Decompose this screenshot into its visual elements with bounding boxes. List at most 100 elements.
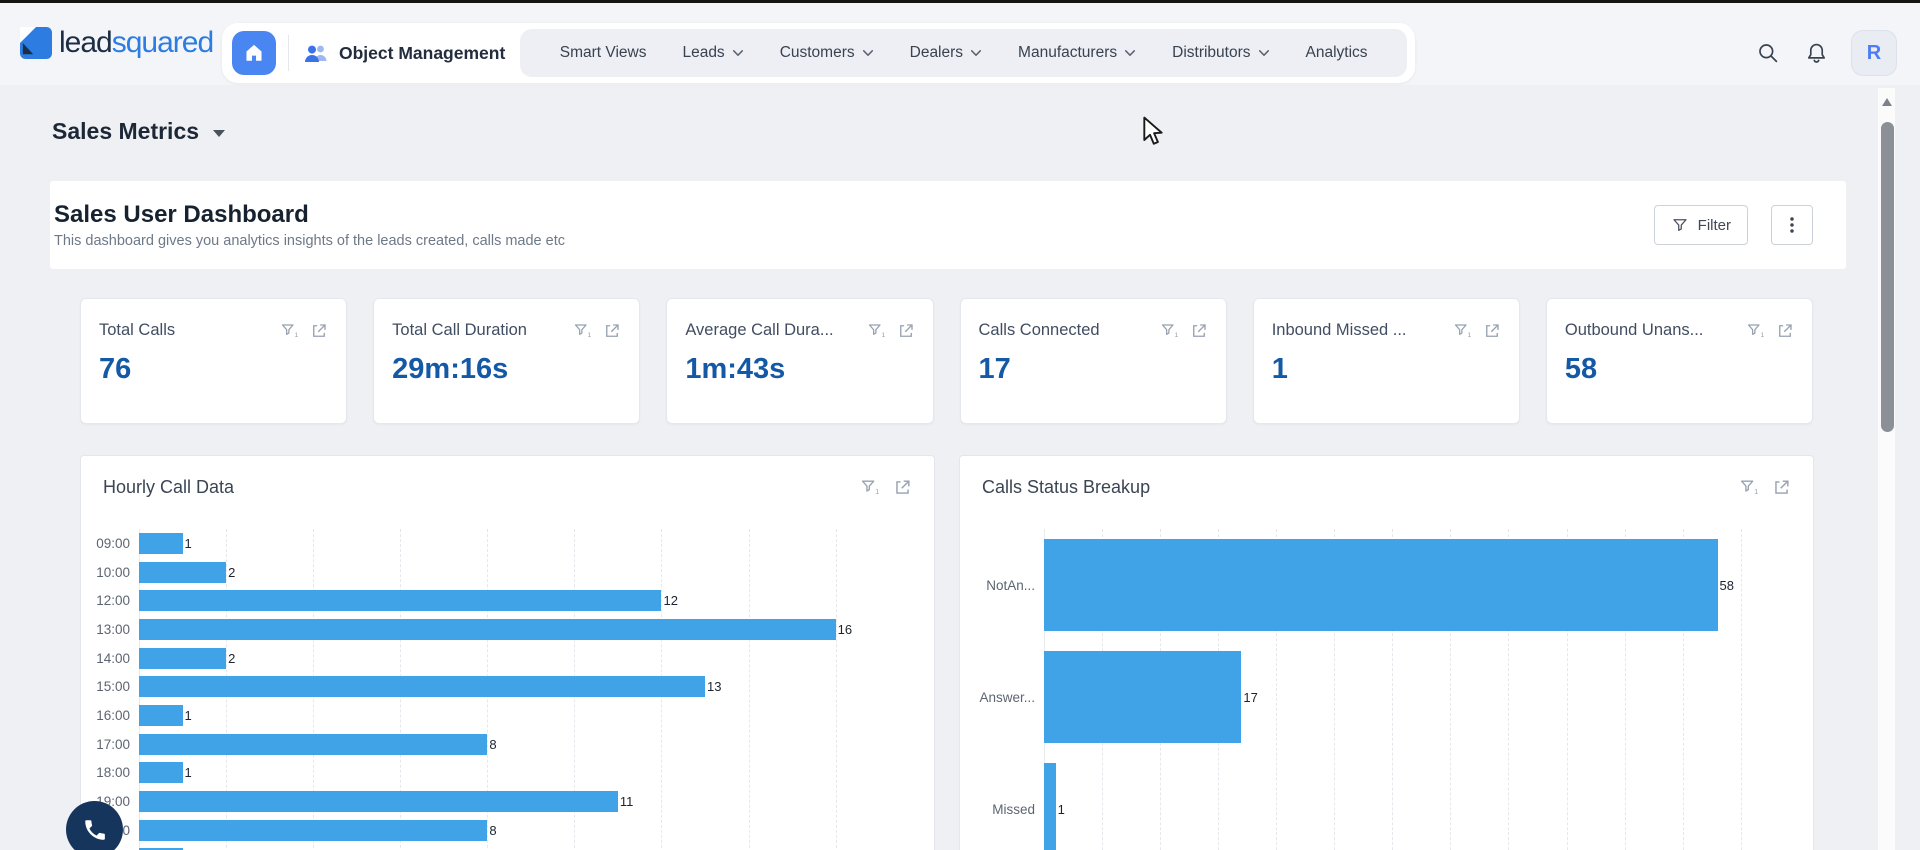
nav-item-dealers[interactable]: Dealers [910,44,982,62]
kpi-card-header: Average Call Dura... [685,321,914,340]
nav-item-analytics[interactable]: Analytics [1306,44,1368,62]
bar[interactable] [139,734,487,755]
filter-applied-icon[interactable] [1739,478,1760,497]
chevron-down-icon [862,49,874,57]
filter-applied-icon[interactable] [280,322,300,340]
scrollbar-up-arrow-icon[interactable] [1882,98,1892,106]
value-label: 8 [489,823,496,838]
kpi-card: Inbound Missed ...1 [1253,298,1520,424]
category-label: Answer... [960,690,1044,705]
category-label: 17:00 [81,737,139,752]
bar-track: 8 [139,820,914,841]
filter-applied-icon[interactable] [860,478,881,497]
kpi-card-header: Total Call Duration [392,321,621,340]
nav-item-customers[interactable]: Customers [780,44,874,62]
filter-applied-icon[interactable] [1453,322,1473,340]
home-icon [243,42,265,64]
external-link-icon[interactable] [1190,322,1208,340]
dashboard-actions: Filter [1654,205,1813,245]
page-title: Sales Metrics [52,118,199,145]
external-link-icon[interactable] [1776,322,1794,340]
external-link-icon[interactable] [1772,478,1791,497]
leadsquared-wordmark: leadsquared [59,28,213,58]
bar[interactable] [1044,539,1718,631]
external-link-icon[interactable] [603,322,621,340]
mouse-cursor [1140,116,1166,146]
kpi-label: Total Calls [99,321,270,340]
nav-item-manufacturers[interactable]: Manufacturers [1018,44,1136,62]
nav-item-leads[interactable]: Leads [682,44,743,62]
page-title-dropdown-caret-icon[interactable] [213,130,225,137]
filter-applied-icon[interactable] [1160,322,1180,340]
chart-row: 14:002 [81,644,934,673]
kpi-card-header: Inbound Missed ... [1272,321,1501,340]
category-label: Missed [960,802,1044,817]
external-link-icon[interactable] [1483,322,1501,340]
bar[interactable] [139,619,836,640]
chart-row: 10:002 [81,558,934,587]
bar[interactable] [1044,651,1241,743]
filter-icon [1671,216,1689,234]
bar[interactable] [139,562,226,583]
external-link-icon[interactable] [310,322,328,340]
leadsquared-logo[interactable]: leadsquared [20,27,213,59]
chart-row: 17:00 8 [81,730,934,759]
bar[interactable] [139,820,487,841]
value-label: 11 [620,794,634,809]
nav-divider [288,35,289,71]
chart-rows: NotAn...58 Answer...17 Missed1 [960,529,1813,850]
nav-item-distributors[interactable]: Distributors [1172,44,1269,62]
more-options-button[interactable] [1771,205,1813,245]
object-management-menu[interactable]: Object Management [303,41,505,65]
external-link-icon[interactable] [897,322,915,340]
kpi-value: 58 [1565,353,1794,386]
object-management-label: Object Management [339,43,505,64]
nav-item-label: Smart Views [560,44,647,62]
external-link-icon[interactable] [893,478,912,497]
bar[interactable] [139,705,183,726]
chevron-down-icon [970,49,982,57]
value-label: 1 [185,708,192,723]
nav-item-label: Dealers [910,44,963,62]
user-avatar[interactable]: R [1851,30,1897,76]
scrollbar-thumb[interactable] [1881,122,1894,432]
nav-item-label: Leads [682,44,724,62]
bar[interactable] [1044,763,1056,850]
phone-call-fab[interactable] [66,801,123,850]
bar[interactable] [139,533,183,554]
nav-item-smart-views[interactable]: Smart Views [560,44,647,62]
filter-applied-icon[interactable] [573,322,593,340]
filter-button[interactable]: Filter [1654,205,1748,245]
category-label: 14:00 [81,651,139,666]
kpi-label: Calls Connected [979,321,1150,340]
bar[interactable] [139,676,705,697]
kpi-label: Inbound Missed ... [1272,321,1443,340]
chart-row: NotAn...58 [960,529,1813,641]
value-label: 1 [185,765,192,780]
bar[interactable] [139,762,183,783]
value-label: 8 [489,737,496,752]
search-button[interactable] [1755,40,1781,66]
nav-container: Object Management Smart Views Leads Custom… [222,23,1415,83]
kpi-value: 17 [979,353,1208,386]
users-icon [303,41,329,65]
home-button[interactable] [232,31,276,75]
notifications-button[interactable] [1803,40,1829,66]
bar-track: 1 [1044,763,1793,850]
panel-icons [1739,478,1791,497]
topbar-actions: R [1755,24,1897,82]
bar-track: 17 [1044,651,1793,743]
bar-track: 2 [139,562,914,583]
bar[interactable] [139,648,226,669]
vertical-scrollbar[interactable] [1877,88,1896,850]
bar[interactable] [139,791,618,812]
bar[interactable] [139,590,661,611]
kpi-row: Total Calls76Total Call Duration29m:16sA… [80,298,1813,424]
chart-row: 09:001 [81,529,934,558]
panel-header: Hourly Call Data [81,456,934,508]
filter-applied-icon[interactable] [867,322,887,340]
kpi-label: Average Call Dura... [685,321,856,340]
filter-applied-icon[interactable] [1746,322,1766,340]
category-label: 09:00 [81,536,139,551]
kpi-card: Outbound Unans...58 [1546,298,1813,424]
